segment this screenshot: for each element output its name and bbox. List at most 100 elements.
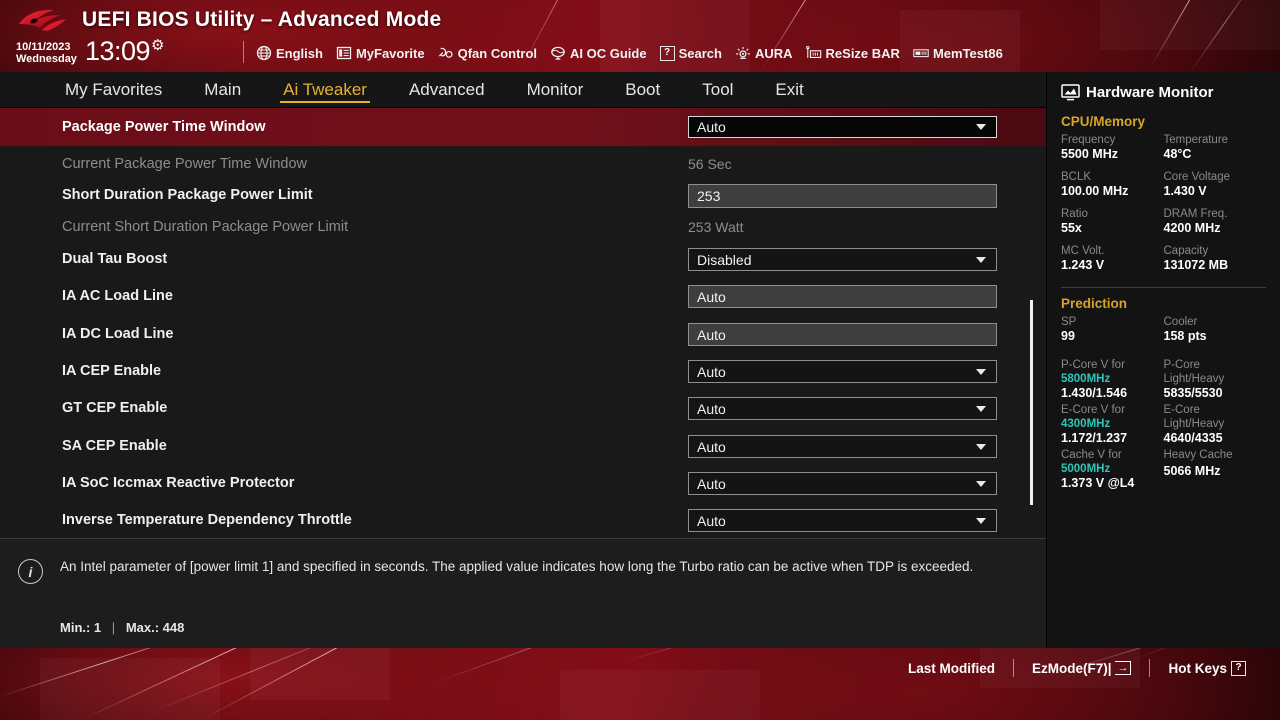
hw-key: Temperature [1163, 134, 1229, 146]
help-pane: i An Intel parameter of [power limit 1] … [0, 538, 1046, 648]
tab-ai-tweaker[interactable]: Ai Tweaker [262, 72, 388, 108]
header-item-search[interactable]: ? Search [659, 45, 722, 61]
help-text: An Intel parameter of [power limit 1] an… [60, 559, 974, 574]
setting-value-input[interactable]: 253 [688, 184, 997, 208]
tab-advanced[interactable]: Advanced [388, 72, 506, 108]
hw-item-frequency: Frequency 5500 MHz [1061, 133, 1164, 170]
setting-value-dropdown[interactable]: Auto [688, 509, 997, 532]
tab-tool[interactable]: Tool [681, 72, 754, 108]
hot-keys-button[interactable]: Hot Keys ? [1150, 660, 1264, 676]
settings-scrollbar[interactable] [1030, 300, 1033, 505]
hw-key-2: Light/Heavy [1163, 418, 1225, 430]
header: UEFI BIOS Utility – Advanced Mode 10/11/… [0, 0, 1280, 72]
setting-label: Current Short Duration Package Power Lim… [62, 218, 349, 235]
lightbulb-icon [736, 46, 750, 59]
header-item-memtest86[interactable]: MemTest86 [913, 45, 1003, 61]
header-item-qfan-control[interactable]: Qfan Control [438, 45, 537, 61]
tab-my-favorites[interactable]: My Favorites [44, 72, 183, 108]
last-modified-button[interactable]: Last Modified [890, 661, 1013, 676]
setting-value-dropdown[interactable]: Auto [688, 360, 997, 383]
setting-row-ia-dc-load-line[interactable]: IA DC Load Line Auto [0, 315, 1046, 353]
header-item-label: MemTest86 [932, 45, 1003, 61]
setting-value-text: Auto [697, 119, 726, 135]
header-item-label: MyFavorite [355, 45, 425, 61]
setting-value-text: 253 [697, 188, 721, 204]
setting-label: Dual Tau Boost [62, 250, 168, 267]
hw-item-mc-volt: MC Volt. 1.243 V [1061, 244, 1164, 281]
setting-label: Short Duration Package Power Limit [62, 186, 313, 203]
hw-key-2: 5800MHz [1061, 373, 1111, 385]
setting-row-dual-tau-boost[interactable]: Dual Tau Boost Disabled [0, 240, 1046, 278]
setting-row-package-power-time-window[interactable]: Package Power Time Window Auto [0, 108, 1046, 146]
setting-row-inverse-temperature-dependency-throttle[interactable]: Inverse Temperature Dependency Throttle … [0, 501, 1046, 538]
setting-row-ia-soc-iccmax-reactive-protector[interactable]: IA SoC Iccmax Reactive Protector Auto [0, 464, 1046, 502]
header-item-aura[interactable]: AURA [735, 45, 793, 61]
setting-value-static: 56 Sec [688, 156, 732, 173]
setting-value-input[interactable]: Auto [688, 323, 997, 346]
setting-value-dropdown[interactable]: Auto [688, 472, 997, 495]
chevron-down-icon [976, 124, 986, 130]
help-separator: | [111, 620, 116, 635]
setting-value-text: Auto [697, 438, 726, 455]
hw-key: MC Volt. [1061, 245, 1105, 257]
setting-label: IA SoC Iccmax Reactive Protector [62, 474, 295, 491]
exit-arrow-icon [1115, 661, 1132, 675]
nav-tabs: My Favorites Main Ai Tweaker Advanced Mo… [0, 72, 1046, 108]
setting-row-ia-ac-load-line[interactable]: IA AC Load Line Auto [0, 277, 1046, 315]
header-item-myfavorite[interactable]: MyFavorite [336, 45, 425, 61]
tab-main[interactable]: Main [183, 72, 262, 108]
hw-item-core-voltage: Core Voltage 1.430 V [1164, 170, 1267, 207]
setting-label: Inverse Temperature Dependency Throttle [62, 511, 352, 528]
hw-value: 99 [1061, 329, 1075, 343]
setting-label: IA AC Load Line [62, 287, 173, 304]
hw-item-ecore-light-heavy: E-Core Light/Heavy 4640/4335 [1164, 403, 1267, 448]
setting-value-text: Disabled [697, 251, 752, 268]
hw-item-bclk: BCLK 100.00 MHz [1061, 170, 1164, 207]
hw-value: 55x [1061, 221, 1082, 235]
hardware-monitor-panel: Hardware Monitor CPU/Memory Frequency 55… [1046, 72, 1280, 648]
tab-exit[interactable]: Exit [754, 72, 824, 108]
hw-key: Frequency [1061, 134, 1116, 146]
setting-value-static: 253 Watt [688, 218, 744, 235]
last-modified-label: Last Modified [907, 660, 995, 676]
hw-value: 100.00 MHz [1061, 184, 1129, 198]
ezmode-button[interactable]: EzMode(F7)| [1014, 661, 1150, 676]
hw-key: Heavy Cache [1163, 449, 1233, 461]
hw-prediction-detail-grid: P-Core V for 5800MHz 1.430/1.546 P-Core … [1061, 358, 1266, 493]
hardware-monitor-title: Hardware Monitor [1061, 76, 1266, 108]
hw-prediction-grid: SP 99 Cooler 158 pts [1061, 315, 1266, 352]
question-box-icon: ? [659, 45, 675, 61]
setting-row-sa-cep-enable[interactable]: SA CEP Enable Auto [0, 427, 1046, 465]
clock-label: 13:09 [84, 36, 151, 66]
setting-value-text: Auto [697, 475, 726, 492]
hw-key-2: 5000MHz [1061, 463, 1111, 475]
hw-section-cpu-memory: CPU/Memory [1061, 114, 1146, 129]
chevron-down-icon [976, 480, 986, 487]
gear-icon[interactable]: ⚙ [151, 38, 164, 54]
hw-value: 158 pts [1163, 329, 1207, 343]
monitor-icon [1061, 83, 1080, 100]
hw-item-sp: SP 99 [1061, 315, 1164, 352]
list-icon [336, 46, 352, 60]
help-min-label: Min.: 1 [60, 620, 102, 635]
setting-value-dropdown[interactable]: Auto [688, 435, 997, 458]
tab-boot[interactable]: Boot [604, 72, 681, 108]
header-item-english[interactable]: English [256, 45, 323, 61]
chevron-down-icon [976, 517, 986, 524]
setting-row-ia-cep-enable[interactable]: IA CEP Enable Auto [0, 352, 1046, 390]
help-minmax: Min.: 1 | Max.: 448 [60, 620, 184, 635]
setting-value-dropdown[interactable]: Auto [688, 397, 997, 420]
header-item-resize-bar[interactable]: ReSize BAR [805, 45, 900, 61]
setting-value-text: Auto [697, 400, 726, 417]
chevron-down-icon [976, 256, 986, 263]
setting-value-input[interactable]: Auto [688, 285, 997, 308]
header-item-ai-oc-guide[interactable]: AI OC Guide [550, 45, 647, 61]
hw-key: SP [1061, 316, 1077, 328]
tab-monitor[interactable]: Monitor [506, 72, 605, 108]
setting-value-dropdown[interactable]: Disabled [688, 248, 997, 271]
setting-value-dropdown[interactable]: Auto [688, 116, 997, 138]
setting-value-text: Auto [697, 288, 726, 305]
hot-keys-label: Hot Keys [1168, 660, 1227, 676]
setting-value-text: Auto [697, 512, 726, 529]
setting-row-gt-cep-enable[interactable]: GT CEP Enable Auto [0, 389, 1046, 427]
